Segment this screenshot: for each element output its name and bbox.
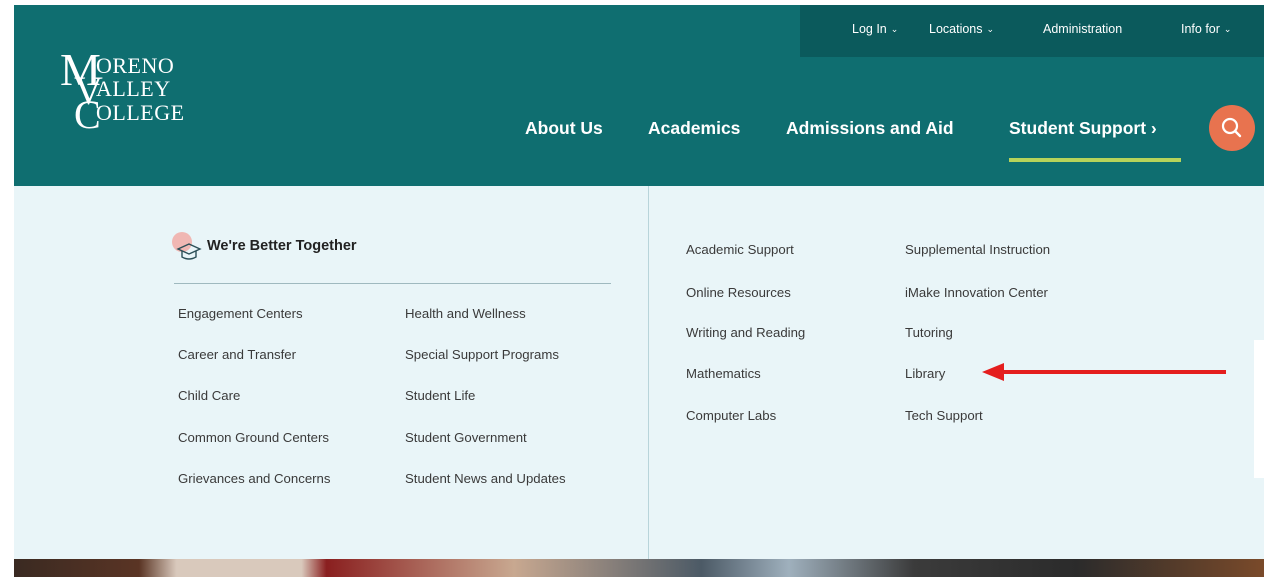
link-grievances-and-concerns[interactable]: Grievances and Concerns	[178, 471, 330, 486]
logo-line-3: OLLEGE	[96, 100, 185, 125]
nav-student-support[interactable]: Student Support ›	[1009, 118, 1157, 139]
util-login[interactable]: Log In ⌄	[852, 22, 898, 36]
link-mathematics[interactable]: Mathematics	[686, 366, 761, 381]
link-career-and-transfer[interactable]: Career and Transfer	[178, 347, 296, 362]
util-locations[interactable]: Locations ⌄	[929, 22, 994, 36]
divider	[174, 283, 611, 284]
link-student-news-and-updates[interactable]: Student News and Updates	[405, 471, 566, 486]
red-arrow-annotation	[982, 363, 1226, 381]
util-administration[interactable]: Administration	[1043, 22, 1122, 36]
util-info-for-label: Info for	[1181, 22, 1220, 36]
nav-admissions-and-aid[interactable]: Admissions and Aid	[786, 118, 954, 139]
chevron-down-icon: ⌄	[986, 24, 995, 34]
graduation-cap-icon	[172, 232, 202, 260]
feature-title: We're Better Together	[207, 238, 357, 254]
nav-academics[interactable]: Academics	[648, 118, 740, 139]
link-special-support-programs[interactable]: Special Support Programs	[405, 347, 559, 362]
link-student-life[interactable]: Student Life	[405, 388, 475, 403]
link-tutoring[interactable]: Tutoring	[905, 325, 953, 340]
link-health-and-wellness[interactable]: Health and Wellness	[405, 306, 526, 321]
link-online-resources[interactable]: Online Resources	[686, 285, 791, 300]
link-supplemental-instruction[interactable]: Supplemental Instruction	[905, 242, 1050, 257]
hero-image-strip	[14, 559, 1264, 577]
link-tech-support[interactable]: Tech Support	[905, 408, 983, 423]
utility-bar: Log In ⌄ Locations ⌄ Administration Info f…	[800, 5, 1264, 57]
nav-about-us[interactable]: About Us	[525, 118, 603, 139]
feature-heading: We're Better Together	[168, 227, 638, 267]
search-button[interactable]	[1209, 105, 1255, 151]
link-writing-and-reading[interactable]: Writing and Reading	[686, 325, 805, 340]
util-login-label: Log In	[852, 22, 887, 36]
callout-box	[1254, 340, 1264, 478]
link-computer-labs[interactable]: Computer Labs	[686, 408, 776, 423]
link-common-ground-centers[interactable]: Common Ground Centers	[178, 430, 329, 445]
college-logo[interactable]: M ORENO V ALLEY C OLLEGE	[60, 45, 230, 150]
util-locations-label: Locations	[929, 22, 983, 36]
chevron-down-icon: ⌄	[890, 24, 899, 34]
chevron-down-icon: ⌄	[1223, 24, 1232, 34]
page-frame: Log In ⌄ Locations ⌄ Administration Info f…	[14, 5, 1264, 577]
panel-divider	[648, 186, 649, 559]
logo-line-2: ALLEY	[96, 76, 171, 101]
link-imake-innovation-center[interactable]: iMake Innovation Center	[905, 285, 1048, 300]
util-info-for[interactable]: Info for ⌄	[1181, 22, 1231, 36]
active-nav-underline	[1009, 158, 1181, 162]
logo-line-1: ORENO	[96, 53, 175, 78]
link-child-care[interactable]: Child Care	[178, 388, 240, 403]
link-engagement-centers[interactable]: Engagement Centers	[178, 306, 303, 321]
link-student-government[interactable]: Student Government	[405, 430, 527, 445]
link-library[interactable]: Library	[905, 366, 945, 381]
util-administration-label: Administration	[1043, 22, 1123, 36]
site-header: Log In ⌄ Locations ⌄ Administration Info f…	[14, 5, 1264, 186]
search-icon	[1221, 117, 1242, 138]
link-academic-support[interactable]: Academic Support	[686, 242, 794, 257]
